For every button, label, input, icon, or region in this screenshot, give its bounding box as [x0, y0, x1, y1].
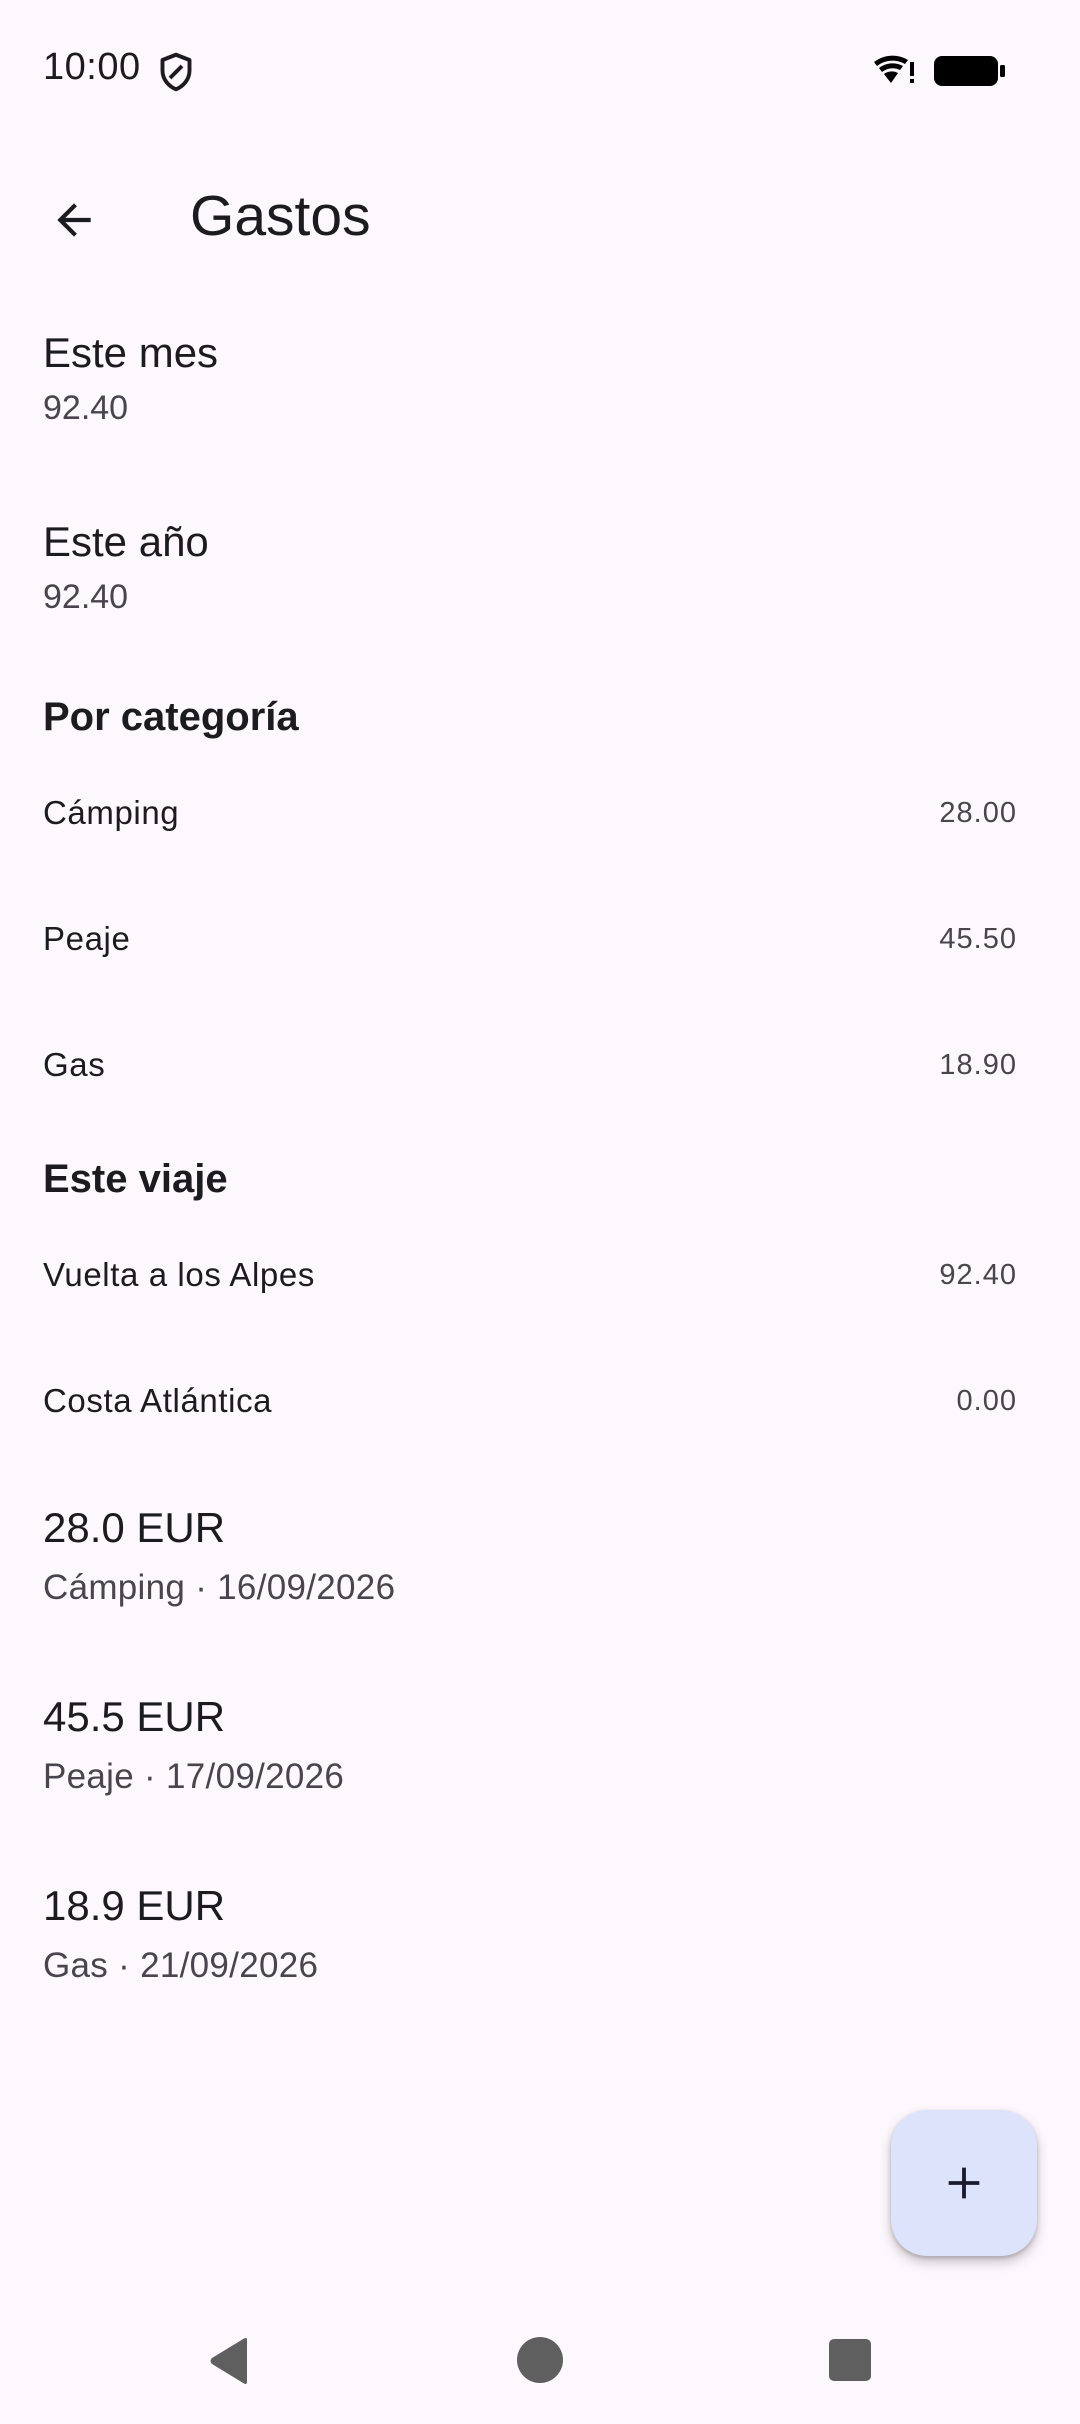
category-row[interactable]: Peaje 45.50: [0, 876, 1080, 1002]
shield-icon: [160, 52, 192, 92]
expense-amount: 45.5 EUR: [43, 1693, 226, 1740]
add-expense-button[interactable]: [891, 2110, 1037, 2256]
section-header-by-category: Por categoría: [43, 695, 299, 739]
add-icon: [948, 2167, 980, 2199]
arrow-back-icon: [57, 203, 91, 237]
summary-year: Este año 92.40: [43, 517, 1043, 618]
expense-item[interactable]: 18.9 EUR Gas · 21/09/2026: [43, 1881, 1043, 1987]
category-row[interactable]: Gas 18.90: [0, 1002, 1080, 1128]
back-button[interactable]: [34, 180, 114, 260]
category-value: 18.90: [939, 1048, 1017, 1081]
summary-month-value: 92.40: [43, 389, 129, 428]
system-navigation-bar: [0, 2292, 1080, 2424]
trip-row[interactable]: Costa Atlántica 0.00: [0, 1338, 1080, 1464]
nav-recents-icon[interactable]: [829, 2339, 871, 2381]
category-label: Cámping: [43, 794, 180, 831]
expense-amount: 28.0 EUR: [43, 1504, 226, 1551]
summary-year-value: 92.40: [43, 578, 129, 617]
summary-year-label: Este año: [43, 518, 209, 565]
trip-value: 92.40: [939, 1258, 1017, 1291]
expense-item[interactable]: 45.5 EUR Peaje · 17/09/2026: [43, 1692, 1043, 1798]
trip-row[interactable]: Vuelta a los Alpes 92.40: [0, 1212, 1080, 1338]
expenses-screen: 10:00 Gastos Este mes 92.40 Este año 92.…: [0, 0, 1080, 2424]
expense-amount: 18.9 EUR: [43, 1882, 226, 1929]
trip-label: Costa Atlántica: [43, 1382, 273, 1419]
battery-icon: [934, 56, 1005, 86]
section-header-this-trip: Este viaje: [43, 1157, 228, 1201]
nav-home-icon[interactable]: [517, 2337, 563, 2383]
summary-month-label: Este mes: [43, 329, 219, 376]
expense-meta: Gas · 21/09/2026: [43, 1946, 319, 1986]
status-time: 10:00: [43, 46, 141, 88]
category-value: 45.50: [939, 922, 1017, 955]
expense-meta: Cámping · 16/09/2026: [43, 1568, 396, 1608]
wifi-icon: [874, 55, 914, 83]
status-bar: 10:00: [0, 0, 1080, 140]
expense-meta: Peaje · 17/09/2026: [43, 1757, 345, 1797]
summary-month: Este mes 92.40: [43, 328, 1043, 429]
nav-back-icon[interactable]: [205, 2336, 255, 2386]
category-row[interactable]: Cámping 28.00: [0, 750, 1080, 876]
category-label: Peaje: [43, 920, 131, 957]
trip-value: 0.00: [956, 1384, 1017, 1417]
trip-label: Vuelta a los Alpes: [43, 1256, 315, 1293]
page-title: Gastos: [190, 184, 371, 248]
expense-item[interactable]: 28.0 EUR Cámping · 16/09/2026: [43, 1503, 1043, 1609]
category-value: 28.00: [939, 796, 1017, 829]
category-label: Gas: [43, 1046, 106, 1083]
top-app-bar: Gastos: [0, 160, 1080, 270]
